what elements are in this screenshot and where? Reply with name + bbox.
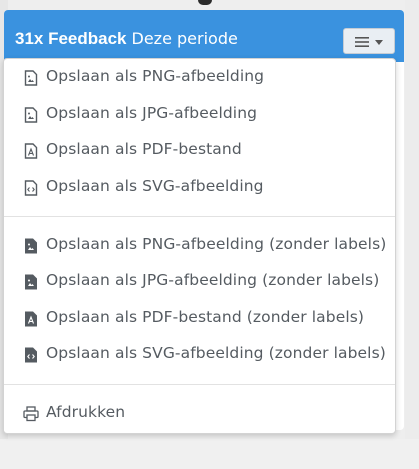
menu-item-label: Opslaan als PNG-afbeelding (46, 67, 265, 85)
menu-item-save-svg[interactable]: Opslaan als SVG-afbeelding (4, 172, 395, 202)
print-icon (23, 406, 39, 422)
file-image-icon (24, 107, 38, 123)
menu-item-save-jpg-no-labels[interactable]: Opslaan als JPG-afbeelding (zonder label… (4, 266, 395, 296)
menu-divider (4, 384, 395, 385)
file-image-solid-icon (25, 274, 37, 290)
menu-item-label: Opslaan als SVG-afbeelding (46, 177, 264, 195)
hamburger-icon (355, 37, 369, 47)
file-pdf-icon (24, 143, 38, 159)
background-panel-bottom (0, 439, 419, 469)
menu-item-label: Opslaan als SVG-afbeelding (zonder label… (46, 344, 386, 362)
file-image-icon (24, 70, 38, 86)
export-menu-button[interactable] (343, 28, 395, 54)
menu-item-save-jpg[interactable]: Opslaan als JPG-afbeelding (4, 99, 395, 129)
menu-item-label: Opslaan als JPG-afbeelding (zonder label… (46, 271, 380, 289)
file-code-solid-icon (25, 347, 37, 363)
caret-down-icon (375, 40, 383, 45)
widget-header: 31x Feedback Deze periode (4, 10, 404, 62)
file-pdf-solid-icon (25, 311, 37, 327)
menu-item-label: Afdrukken (46, 403, 126, 421)
menu-item-save-pdf-no-labels[interactable]: Opslaan als PDF-bestand (zonder labels) (4, 303, 395, 333)
tooltip-pointer (198, 0, 212, 5)
menu-item-label: Opslaan als PDF-bestand (zonder labels) (46, 308, 365, 326)
export-dropdown-menu: Opslaan als PNG-afbeelding Opslaan als J… (3, 58, 396, 434)
menu-item-print[interactable]: Afdrukken (4, 398, 395, 428)
menu-item-label: Opslaan als PDF-bestand (46, 140, 242, 158)
background-panel-right (405, 0, 419, 469)
menu-item-save-pdf[interactable]: Opslaan als PDF-bestand (4, 135, 395, 165)
menu-item-save-svg-no-labels[interactable]: Opslaan als SVG-afbeelding (zonder label… (4, 339, 395, 369)
widget-title-count: 31x Feedback (15, 29, 127, 48)
file-image-solid-icon (25, 238, 37, 254)
menu-item-label: Opslaan als PNG-afbeelding (zonder label… (46, 235, 387, 253)
menu-item-save-png[interactable]: Opslaan als PNG-afbeelding (4, 62, 395, 92)
menu-item-save-png-no-labels[interactable]: Opslaan als PNG-afbeelding (zonder label… (4, 230, 395, 260)
widget-title-period: Deze periode (131, 29, 238, 48)
file-code-icon (24, 180, 38, 196)
menu-divider (4, 216, 395, 217)
widget-title: 31x Feedback Deze periode (15, 28, 238, 50)
menu-item-label: Opslaan als JPG-afbeelding (46, 104, 258, 122)
